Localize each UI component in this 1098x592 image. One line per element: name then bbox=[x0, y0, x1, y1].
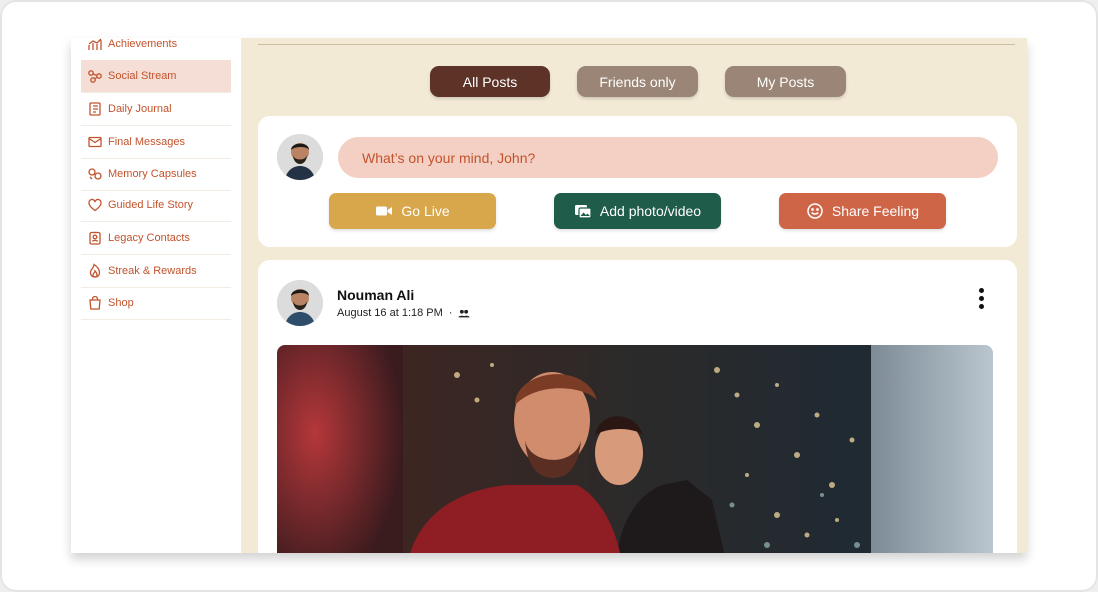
sidebar-item-final-messages[interactable]: Final Messages bbox=[81, 126, 231, 159]
sidebar-item-label: Guided Life Story bbox=[108, 199, 193, 211]
sidebar-item-memory-capsules[interactable]: Memory Capsules bbox=[81, 158, 231, 191]
envelope-icon bbox=[88, 136, 102, 148]
more-options-icon[interactable] bbox=[979, 288, 985, 312]
post-composer: What’s on your mind, John? Go Live Add p… bbox=[258, 116, 1017, 247]
meta-separator: · bbox=[448, 307, 453, 319]
post-photo[interactable] bbox=[277, 345, 993, 553]
tab-friends-only[interactable]: Friends only bbox=[577, 66, 698, 97]
video-camera-icon bbox=[376, 206, 393, 216]
sidebar-item-streak-rewards[interactable]: Streak & Rewards bbox=[81, 255, 231, 288]
sidebar-item-label: Achievements bbox=[108, 38, 178, 50]
sidebar-item-social-stream[interactable]: Social Stream bbox=[81, 60, 231, 93]
journal-icon bbox=[89, 102, 101, 116]
sidebar-item-legacy-contacts[interactable]: Legacy Contacts bbox=[81, 222, 231, 255]
chart-icon bbox=[88, 38, 102, 50]
sidebar-item-label: Streak & Rewards bbox=[108, 265, 197, 277]
sidebar-item-achievements[interactable]: Achievements bbox=[81, 38, 231, 61]
main-content: All Posts Friends only My Posts What’s o… bbox=[241, 38, 1027, 553]
sidebar-item-daily-journal[interactable]: Daily Journal bbox=[81, 93, 231, 126]
sidebar-item-label: Memory Capsules bbox=[108, 168, 197, 180]
post-card: Nouman Ali August 16 at 1:18 PM · bbox=[258, 260, 1017, 553]
sidebar-item-label: Daily Journal bbox=[108, 103, 172, 115]
flame-icon bbox=[89, 263, 101, 278]
add-photo-video-button[interactable]: Add photo/video bbox=[554, 193, 721, 229]
button-label: Add photo/video bbox=[599, 203, 702, 219]
status-input[interactable]: What’s on your mind, John? bbox=[338, 137, 998, 178]
smiley-icon bbox=[807, 203, 823, 219]
tab-all-posts[interactable]: All Posts bbox=[430, 66, 550, 97]
avatar bbox=[277, 134, 323, 180]
tab-my-posts[interactable]: My Posts bbox=[725, 66, 846, 97]
button-label: Share Feeling bbox=[831, 203, 920, 219]
share-feeling-button[interactable]: Share Feeling bbox=[779, 193, 946, 229]
app-window: Achievements Social Stream Daily Journal… bbox=[71, 38, 1027, 553]
heart-icon bbox=[88, 198, 102, 212]
post-timestamp[interactable]: August 16 at 1:18 PM bbox=[337, 307, 443, 319]
friends-icon bbox=[458, 309, 471, 317]
contact-badge-icon bbox=[89, 231, 101, 245]
post-author-avatar[interactable] bbox=[277, 280, 323, 326]
sidebar-item-label: Social Stream bbox=[108, 70, 177, 82]
sidebar-item-label: Shop bbox=[108, 297, 134, 309]
sidebar-item-label: Legacy Contacts bbox=[108, 232, 190, 244]
post-author-name[interactable]: Nouman Ali bbox=[337, 287, 414, 303]
sidebar-item-label: Final Messages bbox=[108, 136, 186, 148]
sidebar: Achievements Social Stream Daily Journal… bbox=[71, 38, 241, 553]
sidebar-item-guided-life-story[interactable]: Guided Life Story bbox=[81, 189, 231, 222]
sidebar-item-shop[interactable]: Shop bbox=[81, 287, 231, 320]
shopping-bag-icon bbox=[89, 295, 101, 310]
photos-icon bbox=[574, 205, 592, 219]
go-live-button[interactable]: Go Live bbox=[329, 193, 496, 229]
divider bbox=[258, 44, 1015, 45]
button-label: Go Live bbox=[401, 203, 450, 219]
capsules-icon bbox=[88, 168, 102, 180]
network-icon bbox=[88, 70, 102, 83]
post-meta: August 16 at 1:18 PM · bbox=[337, 307, 471, 319]
